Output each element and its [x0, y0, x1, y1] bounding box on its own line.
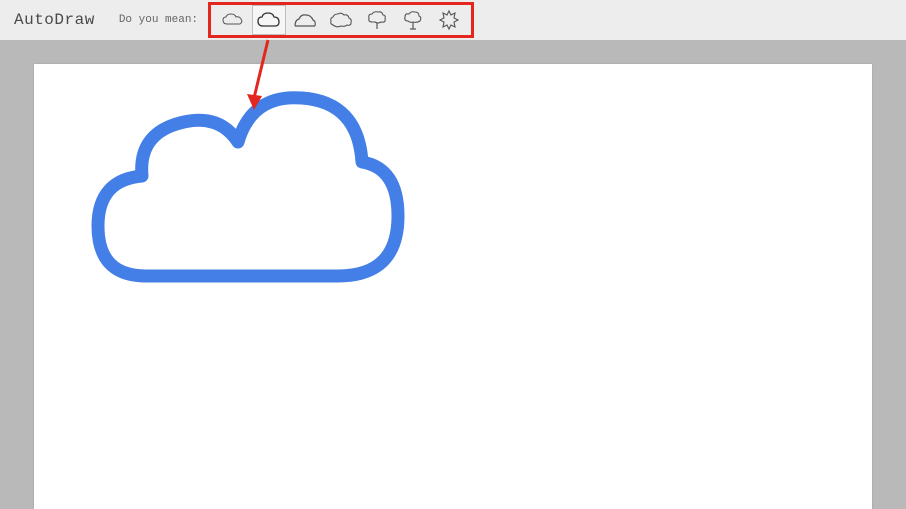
suggestion-cloud-tree1[interactable]: [361, 6, 393, 34]
suggestion-cloud-puffy[interactable]: [325, 6, 357, 34]
cloud-tree1-icon: [366, 10, 388, 30]
suggestion-strip: [208, 2, 474, 38]
suggestion-cloud-tree2[interactable]: [397, 6, 429, 34]
cloud-half-icon: [293, 12, 317, 28]
canvas-cloud-drawing: [86, 76, 406, 306]
cloud-puffy-icon: [329, 11, 353, 29]
cloud-outline-icon: [257, 11, 281, 29]
suggestion-prompt: Do you mean:: [119, 14, 198, 26]
cloud-tree2-icon: [402, 10, 424, 30]
cloud-small-icon: [222, 13, 244, 27]
suggestion-cloud-outline[interactable]: [253, 6, 285, 34]
suggestion-cloud-small[interactable]: [217, 6, 249, 34]
app-title: AutoDraw: [14, 11, 95, 29]
workspace: [0, 40, 906, 509]
badge-star-icon: [438, 9, 460, 31]
suggestion-cloud-half[interactable]: [289, 6, 321, 34]
suggestion-badge-star[interactable]: [433, 6, 465, 34]
top-toolbar: AutoDraw Do you mean:: [0, 0, 906, 40]
drawing-canvas[interactable]: [34, 64, 872, 509]
